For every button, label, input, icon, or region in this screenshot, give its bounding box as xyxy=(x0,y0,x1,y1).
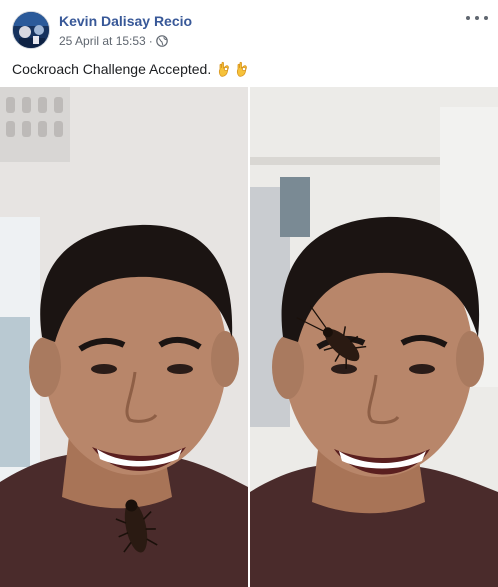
ok-hand-emoji xyxy=(235,61,250,77)
selfie-photo xyxy=(0,87,248,587)
post-photo-left[interactable] xyxy=(0,87,248,587)
selfie-photo xyxy=(250,87,498,587)
post-caption: Cockroach Challenge Accepted. xyxy=(12,61,250,77)
avatar[interactable] xyxy=(12,11,50,49)
post-author-name[interactable]: Kevin Dalisay Recio xyxy=(59,13,192,29)
post-photo-right[interactable] xyxy=(250,87,498,587)
ok-hand-emoji xyxy=(217,61,232,77)
globe-icon[interactable] xyxy=(155,35,168,47)
caption-text: Cockroach Challenge Accepted. xyxy=(12,61,212,77)
meta-separator: · xyxy=(148,34,153,48)
post-timestamp[interactable]: 25 April at 15:53 xyxy=(59,34,146,48)
more-options-icon[interactable] xyxy=(466,10,488,26)
post-meta: 25 April at 15:53 · xyxy=(59,34,168,48)
post-header: Kevin Dalisay Recio 25 April at 15:53 · xyxy=(0,0,498,56)
